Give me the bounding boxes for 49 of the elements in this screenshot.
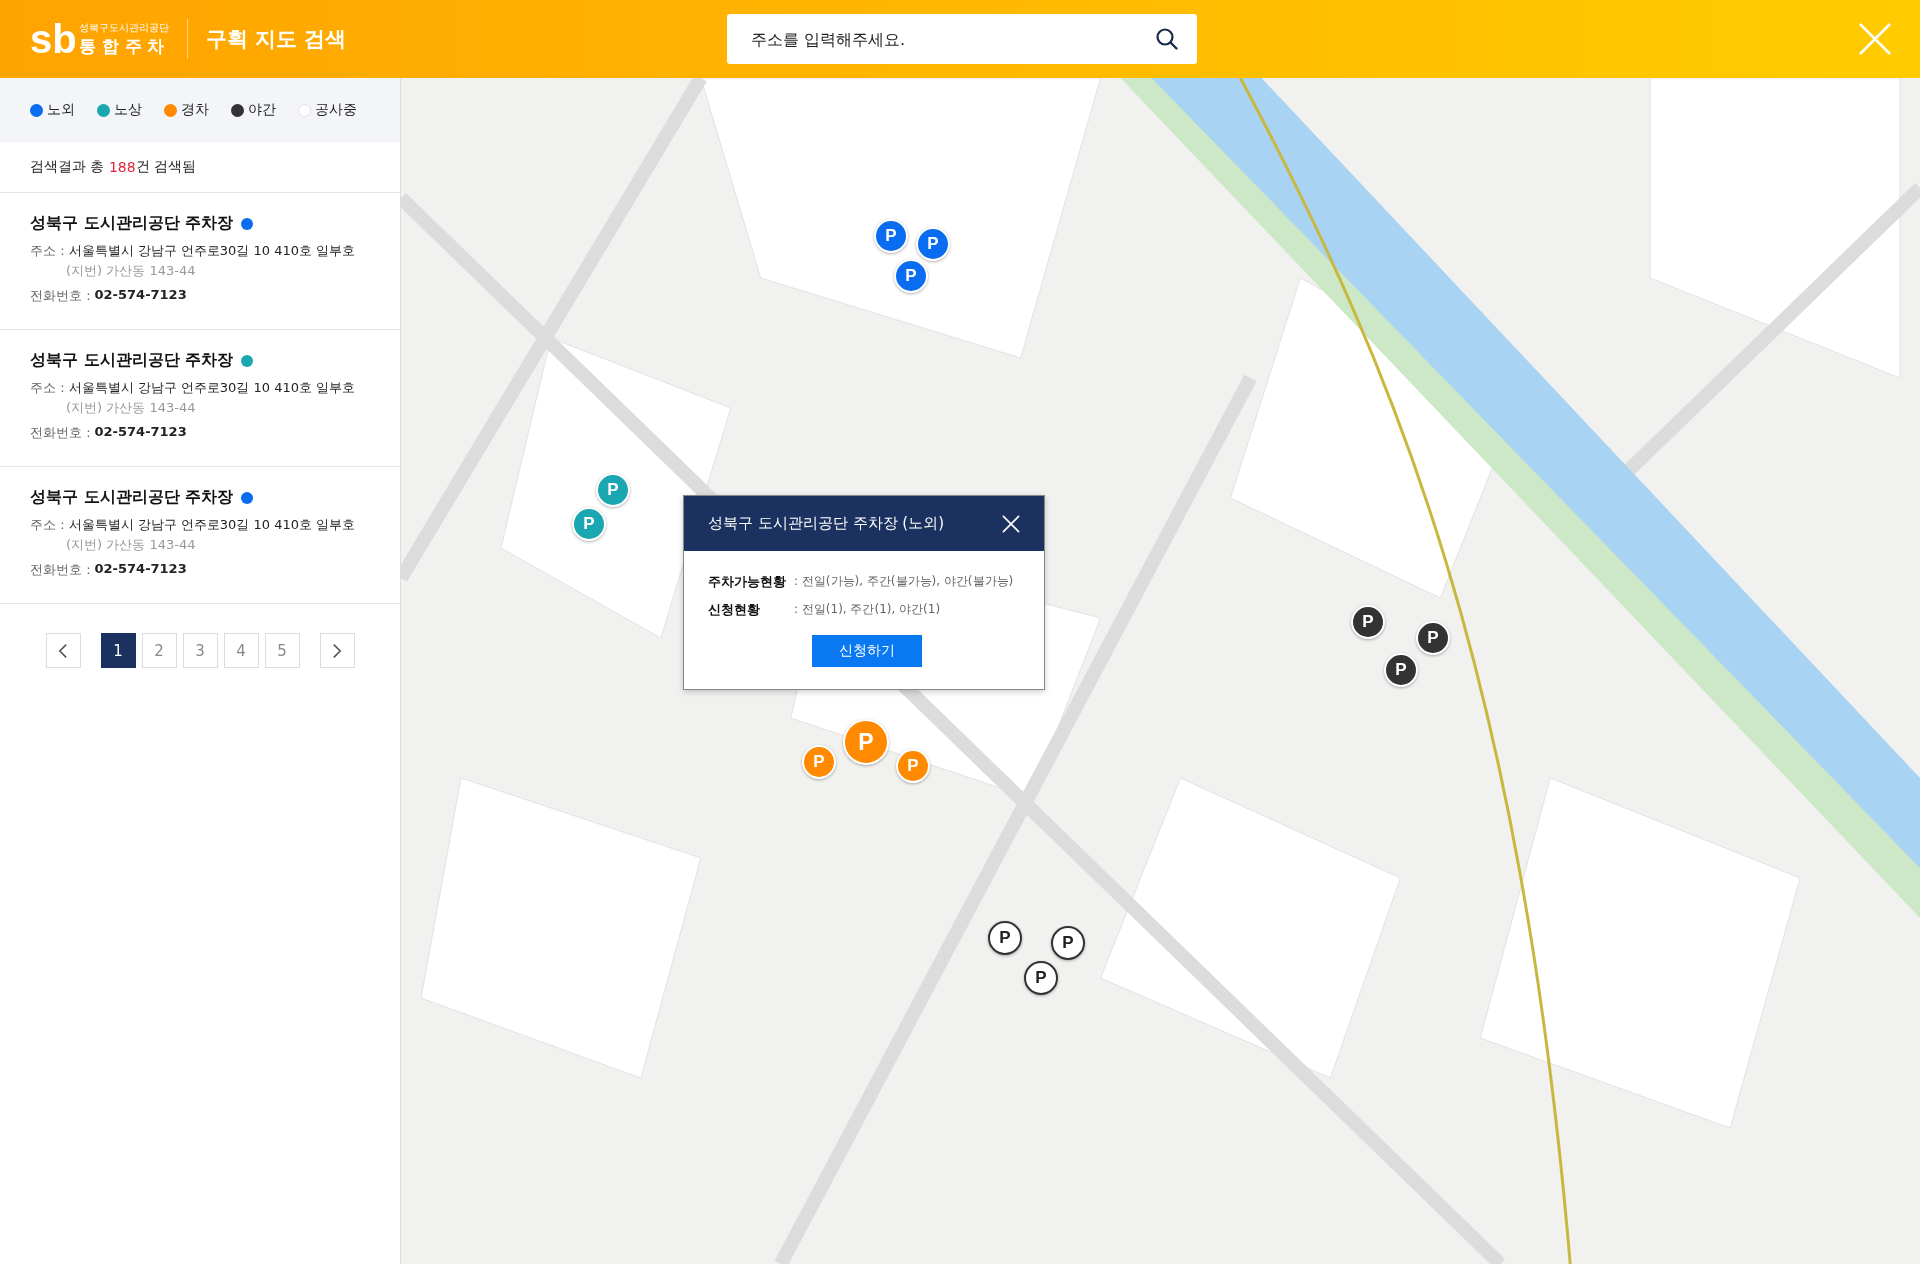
lot-number-text: (지번) 가산동 143-44 bbox=[65, 399, 197, 417]
result-item[interactable]: 성북구 도시관리공단 주차장 주소 : 서울특별시 강남구 언주로30길 10 410호 일부호 (지번) 가산동 143-44 전화번호 : 02-574-7123 bbox=[0, 330, 400, 467]
popup-value: : 전일(1), 주간(1), 야간(1) bbox=[794, 601, 941, 618]
result-name: 성북구 도시관리공단 주차장 bbox=[30, 350, 234, 371]
previous-page-button[interactable] bbox=[45, 633, 81, 668]
page-button[interactable]: 5 bbox=[264, 633, 300, 668]
legend-label: 노외 bbox=[47, 101, 75, 119]
phone-number: 02-574-7123 bbox=[94, 287, 187, 304]
page-button[interactable]: 4 bbox=[223, 633, 259, 668]
popup-label: 신청현황 bbox=[708, 601, 761, 619]
phone-label: 전화번호 : bbox=[30, 424, 91, 442]
popup-label: 주차가능현황 bbox=[708, 573, 787, 591]
address-label: 주소 : bbox=[30, 379, 65, 397]
logo-org-text: 성북구도시관리공단 bbox=[78, 20, 169, 35]
popup-value: : 전일(가능), 주간(불가능), 야간(불가능) bbox=[794, 573, 1014, 590]
logo-service-text: 통 합 주 차 bbox=[78, 34, 166, 58]
page-title: 구획 지도 검색 bbox=[205, 26, 347, 53]
lot-number-text: (지번) 가산동 143-44 bbox=[65, 262, 197, 280]
legend-label: 공사중 bbox=[315, 101, 357, 119]
result-item[interactable]: 성북구 도시관리공단 주차장 주소 : 서울특별시 강남구 언주로30길 10 410호 일부호 (지번) 가산동 143-44 전화번호 : 02-574-7123 bbox=[0, 193, 400, 330]
address-label: 주소 : bbox=[30, 242, 65, 260]
result-summary: 검색결과 총 188건 검색됨 bbox=[0, 142, 400, 193]
legend-label: 노상 bbox=[114, 101, 142, 119]
next-page-button[interactable] bbox=[319, 633, 355, 668]
search-icon[interactable] bbox=[1155, 27, 1179, 51]
close-icon[interactable] bbox=[1002, 514, 1020, 533]
phone-number: 02-574-7123 bbox=[94, 424, 187, 441]
address-text: 서울특별시 강남구 언주로30길 10 410호 일부호 bbox=[68, 379, 356, 397]
chevron-left-icon bbox=[58, 642, 68, 659]
page-button[interactable]: 2 bbox=[141, 633, 177, 668]
chevron-right-icon bbox=[332, 642, 342, 659]
address-text: 서울특별시 강남구 언주로30길 10 410호 일부호 bbox=[68, 242, 356, 260]
phone-number: 02-574-7123 bbox=[94, 561, 187, 578]
result-name: 성북구 도시관리공단 주차장 bbox=[30, 213, 234, 234]
result-name: 성북구 도시관리공단 주차장 bbox=[30, 487, 234, 508]
phone-label: 전화번호 : bbox=[30, 287, 91, 305]
legend-label: 경차 bbox=[181, 101, 209, 119]
logo-mark: sb bbox=[30, 19, 77, 59]
popup-title: 성북구 도시관리공단 주차장 (노외) bbox=[708, 514, 944, 533]
search-input[interactable]: 주소를 입력해주세요. bbox=[727, 14, 1197, 64]
lot-number-text: (지번) 가산동 143-44 bbox=[65, 536, 197, 554]
result-item[interactable]: 성북구 도시관리공단 주차장 주소 : 서울특별시 강남구 언주로30길 10 410호 일부호 (지번) 가산동 143-44 전화번호 : 02-574-7123 bbox=[0, 467, 400, 604]
address-text: 서울특별시 강남구 언주로30길 10 410호 일부호 bbox=[68, 516, 356, 534]
address-label: 주소 : bbox=[30, 516, 65, 534]
phone-label: 전화번호 : bbox=[30, 561, 91, 579]
legend-label: 야간 bbox=[248, 101, 276, 119]
page-button[interactable]: 3 bbox=[182, 633, 218, 668]
page-button[interactable]: 1 bbox=[100, 633, 136, 668]
apply-button[interactable]: 신청하기 bbox=[812, 635, 922, 667]
